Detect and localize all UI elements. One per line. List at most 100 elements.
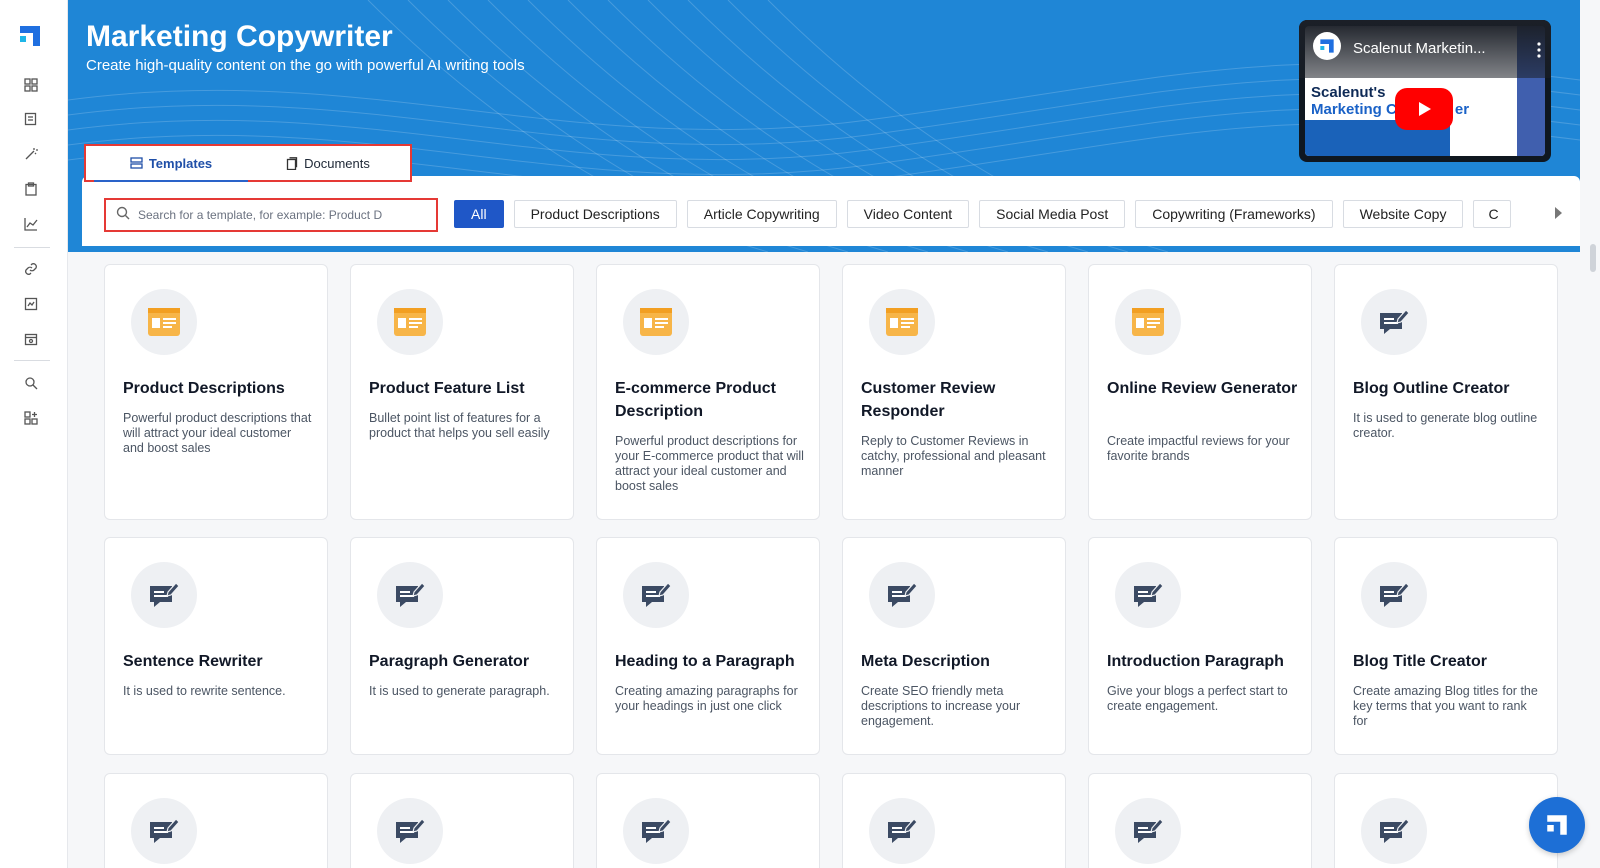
template-card[interactable]: Online Review Generator Create impactful… <box>1088 264 1312 520</box>
video-title: Scalenut Marketin... <box>1353 40 1486 57</box>
template-card-title: Introduction Paragraph <box>1107 653 1284 670</box>
template-card[interactable]: Product Feature List Bullet point list o… <box>350 264 574 520</box>
template-card[interactable]: Paragraph Generator It is used to genera… <box>350 537 574 755</box>
search-user-icon[interactable] <box>22 374 40 392</box>
page-scrollbar[interactable] <box>1590 244 1596 272</box>
template-search-box <box>104 198 438 232</box>
templates-icon <box>130 157 143 169</box>
template-card-description: It is used to rewrite sentence. <box>123 684 286 698</box>
category-chip-copywriting-frameworks[interactable]: Copywriting (Frameworks) <box>1135 200 1333 228</box>
template-card-description: Create impactful reviews for your favori… <box>1107 434 1290 463</box>
category-chip-article-copywriting[interactable]: Article Copywriting <box>686 200 837 228</box>
template-card[interactable] <box>1088 773 1312 868</box>
template-card[interactable]: Blog Outline Creator It is used to gener… <box>1334 264 1558 520</box>
view-tabs: Templates Documents <box>84 144 412 182</box>
scalenut-chat-icon <box>1547 815 1567 835</box>
intro-video-thumbnail[interactable]: Scalenut Marketin... Scalenut's Marketin… <box>1299 20 1551 162</box>
search-icon <box>116 206 130 225</box>
category-chip-all[interactable]: All <box>454 200 504 228</box>
page-title: Marketing Copywriter <box>86 20 393 53</box>
clipboard-icon[interactable] <box>22 180 40 198</box>
report-icon[interactable] <box>22 295 40 313</box>
template-card-description: Create amazing Blog titles for the key t… <box>1353 684 1538 728</box>
message-edit-icon <box>1115 562 1181 628</box>
template-card-description: Create SEO friendly meta descriptions to… <box>861 684 1021 728</box>
message-edit-icon <box>377 798 443 864</box>
message-edit-icon <box>623 562 689 628</box>
tab-documents-label: Documents <box>304 155 370 171</box>
message-edit-icon <box>1361 798 1427 864</box>
browser-card-icon <box>1115 289 1181 355</box>
template-search-input[interactable] <box>138 208 418 222</box>
browser-card-icon <box>131 289 197 355</box>
template-card[interactable] <box>842 773 1066 868</box>
category-chip-more[interactable]: C <box>1473 200 1512 228</box>
template-card-title: Blog Outline Creator <box>1353 380 1510 397</box>
document-edit-icon[interactable] <box>22 110 40 128</box>
template-card[interactable] <box>104 773 328 868</box>
category-filters: All Product Descriptions Article Copywri… <box>454 200 1512 228</box>
message-edit-icon <box>869 562 935 628</box>
tab-templates-label: Templates <box>148 155 213 171</box>
video-overlay-line2-tail: er <box>1454 101 1470 118</box>
template-card[interactable] <box>596 773 820 868</box>
message-edit-icon <box>1115 798 1181 864</box>
template-card-description: Reply to Customer Reviews in catchy, pro… <box>861 434 1046 478</box>
video-overlay-line1: Scalenut's <box>1311 84 1386 101</box>
template-card[interactable]: E-commerce Product Description Powerful … <box>596 264 820 520</box>
message-edit-icon <box>1361 289 1427 355</box>
template-card[interactable] <box>350 773 574 868</box>
link-icon[interactable] <box>22 260 40 278</box>
template-card[interactable]: Heading to a Paragraph Creating amazing … <box>596 537 820 755</box>
template-card-description: Bullet point list of features for a prod… <box>369 411 550 440</box>
template-card-title: Paragraph Generator <box>369 653 530 670</box>
template-card[interactable]: Meta Description Create SEO friendly met… <box>842 537 1066 755</box>
template-card[interactable]: Blog Title Creator Create amazing Blog t… <box>1334 537 1558 755</box>
template-card-title: Product Descriptions <box>123 380 285 397</box>
browser-card-icon <box>623 289 689 355</box>
documents-icon <box>286 156 298 170</box>
message-edit-icon <box>377 562 443 628</box>
category-chip-product-descriptions[interactable]: Product Descriptions <box>513 200 677 228</box>
message-edit-icon <box>623 798 689 864</box>
play-button-icon[interactable] <box>1395 88 1453 130</box>
template-card[interactable]: Product Descriptions Powerful product de… <box>104 264 328 520</box>
message-edit-icon <box>131 798 197 864</box>
template-card-title: Sentence Rewriter <box>123 653 263 670</box>
template-card-description: Give your blogs a perfect start to creat… <box>1107 684 1288 713</box>
template-card-description: Powerful product descriptions for your E… <box>615 434 804 493</box>
template-card[interactable]: Customer Review Responder Reply to Custo… <box>842 264 1066 520</box>
channel-logo-icon <box>1313 32 1341 60</box>
browser-card-icon <box>869 289 935 355</box>
analytics-chart-icon[interactable] <box>22 215 40 233</box>
template-card-title: E-commerce Product Description <box>615 380 776 420</box>
template-card-description: Powerful product descriptions that will … <box>123 411 312 455</box>
template-card-description: It is used to generate paragraph. <box>369 684 550 698</box>
support-chat-button[interactable] <box>1529 797 1585 853</box>
template-card-title: Meta Description <box>861 653 990 670</box>
more-options-icon[interactable] <box>1537 42 1541 58</box>
magic-wand-icon[interactable] <box>22 145 40 163</box>
dashboard-grid-icon[interactable] <box>22 76 40 94</box>
template-card[interactable] <box>1334 773 1558 868</box>
apps-add-icon[interactable] <box>22 409 40 427</box>
scalenut-logo-icon[interactable] <box>18 24 42 48</box>
calendar-icon[interactable] <box>22 330 40 348</box>
message-edit-icon <box>131 562 197 628</box>
template-card[interactable]: Sentence Rewriter It is used to rewrite … <box>104 537 328 755</box>
scroll-right-arrow-icon[interactable] <box>1555 207 1562 219</box>
tab-templates[interactable]: Templates <box>94 146 248 182</box>
template-card-description: It is used to generate blog outline crea… <box>1353 411 1538 440</box>
template-card-title: Heading to a Paragraph <box>615 653 795 670</box>
left-sidebar <box>0 0 68 868</box>
template-card-title: Product Feature List <box>369 380 525 397</box>
template-card-title: Blog Title Creator <box>1353 653 1487 670</box>
template-card-title: Customer Review Responder <box>861 380 996 420</box>
tab-documents[interactable]: Documents <box>248 146 408 180</box>
message-edit-icon <box>869 798 935 864</box>
template-card[interactable]: Introduction Paragraph Give your blogs a… <box>1088 537 1312 755</box>
message-edit-icon <box>1361 562 1427 628</box>
category-chip-website-copy[interactable]: Website Copy <box>1342 200 1464 228</box>
category-chip-social-media-post[interactable]: Social Media Post <box>979 200 1126 228</box>
category-chip-video-content[interactable]: Video Content <box>846 200 970 228</box>
